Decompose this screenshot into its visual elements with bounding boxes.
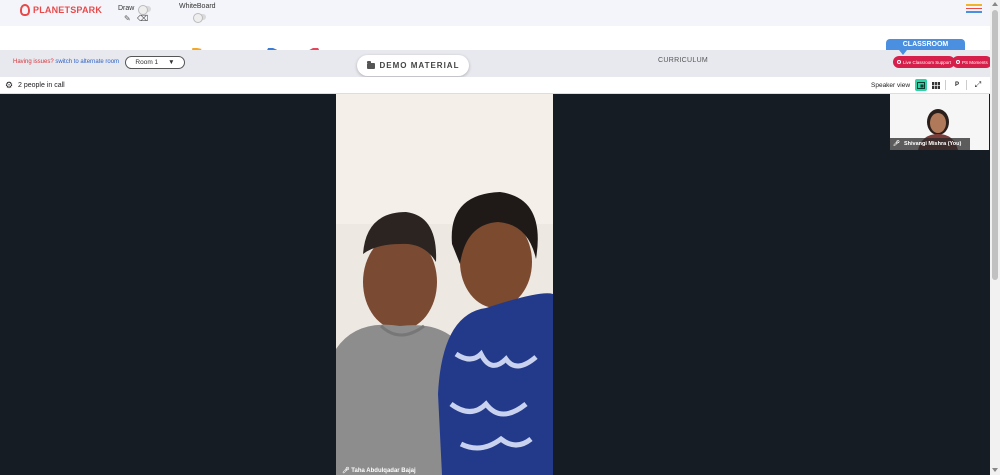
p-button[interactable]: P [951,79,963,91]
whiteboard-toggle[interactable] [193,13,206,23]
draw-toggle[interactable] [138,5,151,15]
eraser-icon[interactable]: ⌫ [137,15,148,23]
demo-material-button[interactable]: DEMO MATERIAL [357,55,469,76]
self-name: Shivangi Mishra (You) [903,141,962,147]
switch-room-link[interactable]: switch to alternate room [55,59,119,65]
grid-view-icon [932,81,940,89]
caret-down-icon: ▼ [168,59,175,66]
header-band [0,26,990,51]
speaker-view-button[interactable] [915,79,927,91]
fullscreen-icon[interactable]: ⤢ [972,79,984,91]
ps-moments-label: PS Moments [962,59,988,65]
ps-moments-button[interactable]: PS Moments [952,56,992,68]
mic-icon: 🎤︎ [342,468,350,474]
page-scrollbar[interactable] [990,0,1000,475]
video-stage: 🎤︎ Taha Abdulqadar Bajaj 🎤︎ Shivangi Mis… [0,94,990,475]
moments-icon [956,60,960,64]
people-count: 2 people in call [18,82,65,89]
view-divider [945,80,946,90]
self-mic-icon: 🎤︎ [893,141,900,147]
call-bar: ⚙ 2 people in call Speaker view P ⤢ [0,77,990,94]
whiteboard-label: WhiteBoard [179,3,216,10]
main-participant-label: Taha Abdulqadar Bajaj [351,468,416,474]
room-select[interactable]: Room 1 ▼ [125,56,185,69]
live-support-button[interactable]: Live Classroom Support [893,56,956,68]
speaker-view-icon [917,81,925,89]
grid-view-button[interactable] [930,79,942,91]
top-toolbar: PLANETSPARK Draw ✎ ⌫ WhiteBoard [0,0,990,26]
scroll-up-icon[interactable] [992,2,998,6]
draw-label: Draw [118,5,135,12]
pencil-icon[interactable]: ✎ [124,15,131,23]
main-participant-video[interactable]: 🎤︎ Taha Abdulqadar Bajaj [336,94,553,475]
view-mode-label: Speaker view [871,82,911,89]
participant-video-frame [336,94,553,475]
planetspark-logo: PLANETSPARK [20,4,102,16]
view-divider-2 [966,80,967,90]
live-support-label: Live Classroom Support [903,59,952,65]
app-window: PLANETSPARK Draw ✎ ⌫ WhiteBoard CLASSROO… [0,0,1000,475]
gear-icon[interactable]: ⚙ [5,81,13,90]
issue-message: Having issues? switch to alternate room [13,59,119,65]
scroll-down-icon[interactable] [992,468,998,472]
self-video-thumbnail[interactable]: 🎤︎ Shivangi Mishra (You) [890,94,989,150]
classroom-tab[interactable]: CLASSROOM [886,39,965,55]
scroll-thumb[interactable] [992,10,998,280]
main-participant-name: 🎤︎ Taha Abdulqadar Bajaj [342,467,416,474]
curriculum-link[interactable]: CURRICULUM [658,57,708,64]
issue-text: Having issues? [13,59,54,65]
self-name-tag: 🎤︎ Shivangi Mishra (You) [890,138,970,150]
logo-text: PLANETSPARK [33,5,103,15]
folder-icon [366,61,375,69]
hamburger-menu-icon[interactable] [966,4,982,13]
logo-mark-icon [20,4,30,16]
support-icon [897,60,901,64]
room-select-value: Room 1 [135,59,159,66]
demo-material-label: DEMO MATERIAL [379,61,460,70]
